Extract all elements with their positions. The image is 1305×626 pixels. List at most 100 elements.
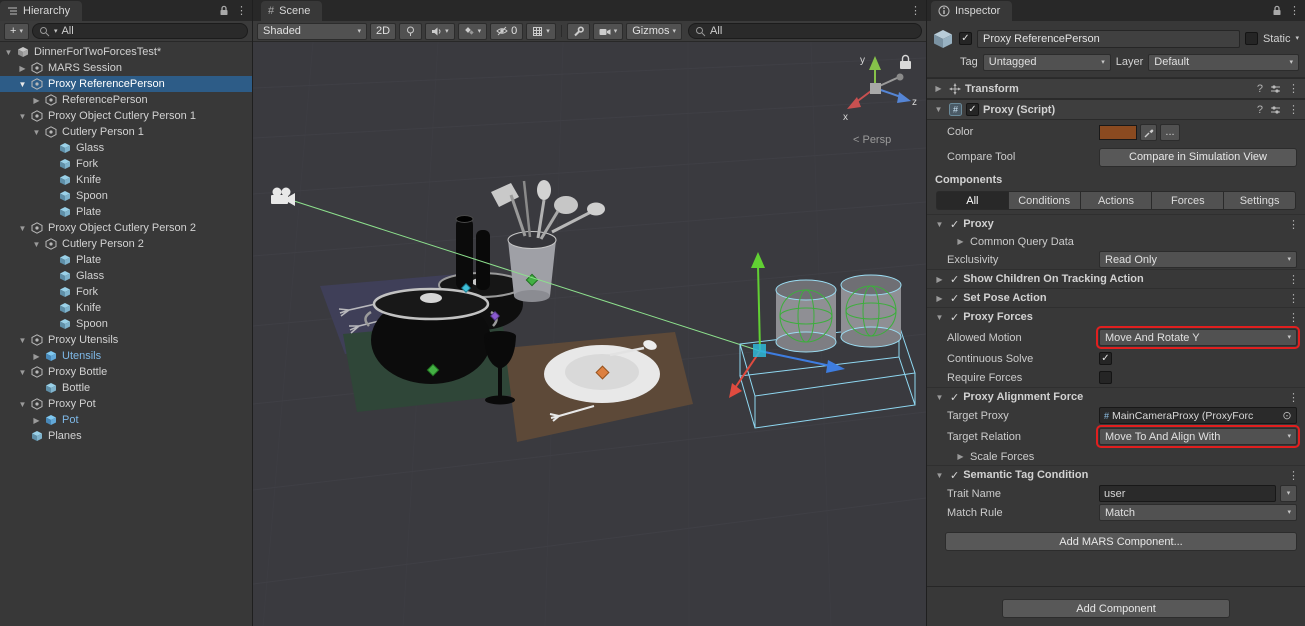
hierarchy-item-proxy-utensils[interactable]: ▼Proxy Utensils	[0, 332, 252, 348]
hierarchy-item-referenceperson[interactable]: ▶ReferencePerson	[0, 92, 252, 108]
foldout-arrow-icon[interactable]: ▼	[932, 105, 945, 114]
move-gizmo-center[interactable]	[753, 344, 766, 357]
kebab-menu-icon[interactable]: ⋮	[1288, 218, 1299, 231]
hierarchy-item-fork[interactable]: Fork	[0, 156, 252, 172]
kebab-menu-icon[interactable]: ⋮	[1288, 103, 1299, 116]
hierarchy-item-glass[interactable]: Glass	[0, 268, 252, 284]
scene-search-input[interactable]	[710, 25, 915, 37]
foldout-arrow-icon[interactable]: ▼	[933, 313, 946, 322]
hierarchy-item-cutlery-person-1[interactable]: ▼Cutlery Person 1	[0, 124, 252, 140]
foldout-arrow-icon[interactable]: ▼	[16, 80, 29, 89]
object-picker-icon[interactable]: ⊙	[1280, 409, 1294, 422]
foldout-arrow-icon[interactable]: ▶	[30, 416, 43, 425]
foldout-arrow-icon[interactable]: ▼	[16, 336, 29, 345]
foldout-arrow-icon[interactable]: ▶	[30, 96, 43, 105]
kebab-menu-icon[interactable]: ⋮	[1288, 82, 1299, 95]
proxy-script-component-header[interactable]: ▼ # ✓ Proxy (Script) ? ⋮	[927, 99, 1305, 120]
utensil-cup[interactable]	[508, 232, 556, 303]
proxy-cylinder-1[interactable]	[776, 280, 836, 352]
proxy-cylinder-2[interactable]	[841, 275, 901, 347]
scale-forces-foldout[interactable]: ▶ Scale Forces	[927, 448, 1305, 465]
tab-all[interactable]: All	[936, 191, 1008, 210]
scene-canvas[interactable]: y x z	[253, 42, 926, 626]
gameobject-icon[interactable]	[932, 28, 954, 50]
caret-down-icon[interactable]: ▾	[54, 28, 58, 35]
hierarchy-item-pot[interactable]: ▶Pot	[0, 412, 252, 428]
presets-icon[interactable]	[1270, 84, 1281, 94]
tab-scene[interactable]: # Scene	[261, 1, 322, 21]
common-query-data-foldout[interactable]: ▶ Common Query Data	[927, 233, 1305, 250]
foldout-arrow-icon[interactable]: ▶	[954, 237, 967, 246]
gizmos-dropdown[interactable]: Gizmos▾	[626, 23, 682, 40]
section-alignment-force-header[interactable]: ▼ ✓ Proxy Alignment Force ⋮	[927, 387, 1305, 406]
shading-mode-dropdown[interactable]: Shaded ▾	[257, 23, 367, 40]
hierarchy-item-bottle[interactable]: Bottle	[0, 380, 252, 396]
hierarchy-item-plate[interactable]: Plate	[0, 204, 252, 220]
hierarchy-search-field[interactable]: ▾	[32, 23, 248, 39]
kebab-menu-icon[interactable]: ⋮	[1288, 391, 1299, 404]
create-object-button[interactable]: + ▾	[4, 23, 29, 40]
add-component-button[interactable]: Add Component	[1002, 599, 1230, 618]
scene-search-field[interactable]	[688, 23, 922, 39]
section-show-children-header[interactable]: ▶ ✓ Show Children On Tracking Action ⋮	[927, 269, 1305, 288]
foldout-arrow-icon[interactable]: ▶	[30, 352, 43, 361]
section-proxy-forces-header[interactable]: ▼ ✓ Proxy Forces ⋮	[927, 307, 1305, 326]
trait-name-dropdown-button[interactable]: ▾	[1280, 485, 1297, 502]
hierarchy-item-proxy-pot[interactable]: ▼Proxy Pot	[0, 396, 252, 412]
active-checkbox[interactable]: ✓	[959, 32, 972, 45]
tab-settings[interactable]: Settings	[1223, 191, 1296, 210]
hidden-objects-button[interactable]: 0	[490, 23, 523, 40]
audio-toggle-button[interactable]: ▾	[425, 23, 455, 40]
tab-conditions[interactable]: Conditions	[1008, 191, 1080, 210]
section-proxy-header[interactable]: ▼ ✓ Proxy ⋮	[927, 214, 1305, 233]
foldout-arrow-icon[interactable]: ▶	[954, 452, 967, 461]
tag-dropdown[interactable]: Untagged▾	[983, 54, 1111, 71]
grid-visibility-dropdown[interactable]: ▾	[526, 23, 556, 40]
foldout-arrow-icon[interactable]: ▼	[933, 220, 946, 229]
foldout-arrow-icon[interactable]: ▼	[16, 400, 29, 409]
tab-forces[interactable]: Forces	[1151, 191, 1223, 210]
hierarchy-item-proxy-object-cutlery-person-1[interactable]: ▼Proxy Object Cutlery Person 1	[0, 108, 252, 124]
foldout-arrow-icon[interactable]: ▶	[933, 275, 946, 284]
hierarchy-search-input[interactable]	[61, 25, 241, 37]
exclusivity-dropdown[interactable]: Read Only▾	[1099, 251, 1297, 268]
presets-icon[interactable]	[1270, 105, 1281, 115]
help-icon[interactable]: ?	[1257, 83, 1263, 95]
kebab-menu-icon[interactable]: ⋮	[1288, 292, 1299, 305]
color-swatch[interactable]	[1099, 125, 1137, 140]
hierarchy-item-dinnerfortwoforcestest[interactable]: ▼DinnerForTwoForcesTest*	[0, 44, 252, 60]
layer-dropdown[interactable]: Default▾	[1148, 54, 1299, 71]
foldout-arrow-icon[interactable]: ▼	[30, 240, 43, 249]
transform-component-header[interactable]: ▶ Transform ? ⋮	[927, 78, 1305, 99]
hierarchy-tree[interactable]: ▼DinnerForTwoForcesTest*▶MARS Session▼Pr…	[0, 42, 252, 626]
foldout-arrow-icon[interactable]: ▼	[16, 368, 29, 377]
hierarchy-item-spoon[interactable]: Spoon	[0, 316, 252, 332]
camera-settings-dropdown[interactable]: ▾	[593, 23, 624, 40]
foldout-arrow-icon[interactable]: ▼	[933, 471, 946, 480]
add-mars-component-button[interactable]: Add MARS Component...	[945, 532, 1297, 551]
foldout-arrow-icon[interactable]: ▼	[2, 48, 15, 57]
compare-simulation-button[interactable]: Compare in Simulation View	[1099, 148, 1297, 167]
target-proxy-object-field[interactable]: # MainCameraProxy (ProxyForc ⊙	[1099, 407, 1297, 424]
kebab-menu-icon[interactable]: ⋮	[236, 4, 247, 17]
axis-x-label[interactable]: x	[843, 112, 848, 123]
axis-z-label[interactable]: z	[912, 97, 917, 108]
static-caret-icon[interactable]: ▾	[1295, 35, 1299, 42]
allowed-motion-dropdown[interactable]: Move And Rotate Y▾	[1099, 329, 1297, 346]
component-tools-button[interactable]	[567, 23, 590, 40]
hierarchy-item-knife[interactable]: Knife	[0, 300, 252, 316]
help-icon[interactable]: ?	[1257, 104, 1263, 116]
hierarchy-item-planes[interactable]: Planes	[0, 428, 252, 444]
hierarchy-item-utensils[interactable]: ▶Utensils	[0, 348, 252, 364]
perspective-label[interactable]: < Persp	[853, 134, 891, 146]
hierarchy-item-proxy-referenceperson[interactable]: ▼Proxy ReferencePerson	[0, 76, 252, 92]
foldout-arrow-icon[interactable]: ▶	[933, 294, 946, 303]
kebab-menu-icon[interactable]: ⋮	[910, 4, 921, 17]
hierarchy-item-knife[interactable]: Knife	[0, 172, 252, 188]
2d-toggle-button[interactable]: 2D	[370, 23, 396, 40]
lighting-toggle-button[interactable]	[399, 23, 422, 40]
foldout-arrow-icon[interactable]: ▶	[16, 64, 29, 73]
foldout-arrow-icon[interactable]: ▼	[16, 224, 29, 233]
match-rule-dropdown[interactable]: Match▾	[1099, 504, 1297, 521]
hierarchy-item-cutlery-person-2[interactable]: ▼Cutlery Person 2	[0, 236, 252, 252]
